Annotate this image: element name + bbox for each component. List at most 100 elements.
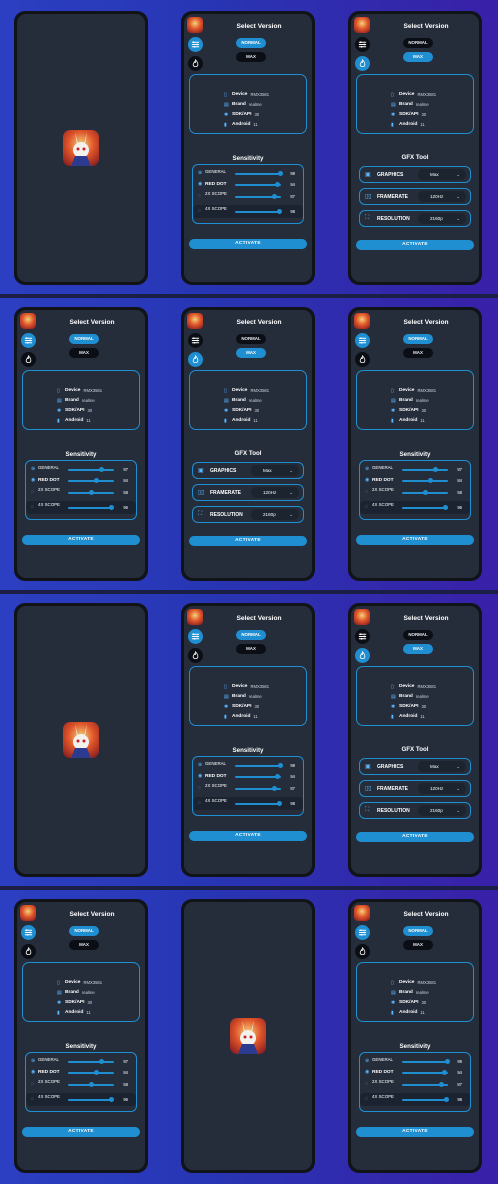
normal-version-button[interactable]: NORMAL xyxy=(236,630,266,640)
sliders-icon[interactable] xyxy=(355,629,370,644)
gfx-dropdown[interactable]: 2160p ⌄ xyxy=(418,213,466,224)
sensitivity-slider[interactable] xyxy=(402,490,448,495)
normal-version-button[interactable]: NORMAL xyxy=(69,334,99,344)
flame-icon[interactable] xyxy=(188,648,203,663)
max-version-button[interactable]: MAX xyxy=(236,644,266,654)
sensitivity-slider[interactable] xyxy=(68,1059,114,1064)
activate-button[interactable]: ACTIVATE xyxy=(356,1127,474,1137)
flame-icon[interactable] xyxy=(21,352,36,367)
gfx-dropdown[interactable]: 120Hz ⌄ xyxy=(251,487,299,498)
activate-button[interactable]: ACTIVATE xyxy=(356,535,474,545)
sensitivity-slider[interactable] xyxy=(68,467,114,472)
slider-knob[interactable] xyxy=(443,505,449,510)
flame-icon[interactable] xyxy=(188,352,203,367)
sensitivity-slider[interactable] xyxy=(68,1070,114,1075)
slider-knob[interactable] xyxy=(277,763,283,768)
normal-version-button[interactable]: NORMAL xyxy=(236,38,266,48)
sensitivity-slider[interactable] xyxy=(68,478,114,483)
activate-button[interactable]: ACTIVATE xyxy=(189,239,307,249)
sliders-icon[interactable] xyxy=(188,629,203,644)
slider-knob[interactable] xyxy=(272,786,278,791)
gfx-dropdown[interactable]: 2160p ⌄ xyxy=(251,509,299,520)
slider-knob[interactable] xyxy=(444,1059,450,1064)
gfx-dropdown[interactable]: 2160p ⌄ xyxy=(418,805,466,816)
slider-knob[interactable] xyxy=(94,1070,100,1075)
sensitivity-slider[interactable] xyxy=(68,490,114,495)
slider-knob[interactable] xyxy=(442,1070,448,1075)
sensitivity-slider[interactable] xyxy=(402,1097,450,1102)
slider-knob[interactable] xyxy=(109,1097,115,1102)
sensitivity-slider[interactable] xyxy=(235,774,281,779)
gfx-dropdown[interactable]: 120Hz ⌄ xyxy=(418,191,466,202)
sensitivity-slider[interactable] xyxy=(235,194,281,199)
sensitivity-slider[interactable] xyxy=(402,478,448,483)
sliders-icon[interactable] xyxy=(21,925,36,940)
sensitivity-slider[interactable] xyxy=(68,1097,115,1102)
flame-icon[interactable] xyxy=(188,56,203,71)
max-version-button[interactable]: MAX xyxy=(69,348,99,358)
gfx-dropdown[interactable]: Max ⌄ xyxy=(418,169,466,180)
sensitivity-slider[interactable] xyxy=(235,171,283,176)
sensitivity-slider[interactable] xyxy=(402,1070,448,1075)
slider-knob[interactable] xyxy=(439,1082,445,1087)
slider-knob[interactable] xyxy=(428,478,434,483)
slider-knob[interactable] xyxy=(444,1097,450,1102)
flame-icon[interactable] xyxy=(355,352,370,367)
sensitivity-slider[interactable] xyxy=(235,209,283,214)
sensitivity-slider[interactable] xyxy=(402,1059,450,1064)
flame-icon[interactable] xyxy=(355,944,370,959)
gfx-dropdown[interactable]: Max ⌄ xyxy=(418,761,466,772)
normal-version-button[interactable]: NORMAL xyxy=(403,38,433,48)
activate-button[interactable]: ACTIVATE xyxy=(22,535,140,545)
slider-knob[interactable] xyxy=(88,490,94,495)
sliders-icon[interactable] xyxy=(355,333,370,348)
sensitivity-slider[interactable] xyxy=(402,505,449,510)
slider-knob[interactable] xyxy=(272,194,278,199)
max-version-button[interactable]: MAX xyxy=(403,940,433,950)
flame-icon[interactable] xyxy=(355,56,370,71)
sensitivity-slider[interactable] xyxy=(235,801,283,806)
sliders-icon[interactable] xyxy=(355,37,370,52)
max-version-button[interactable]: MAX xyxy=(403,348,433,358)
sensitivity-slider[interactable] xyxy=(402,1082,448,1087)
sensitivity-slider[interactable] xyxy=(235,786,281,791)
slider-knob[interactable] xyxy=(275,774,281,779)
slider-knob[interactable] xyxy=(94,478,100,483)
gfx-dropdown[interactable]: 120Hz ⌄ xyxy=(418,783,466,794)
max-version-button[interactable]: MAX xyxy=(236,348,266,358)
slider-knob[interactable] xyxy=(98,1059,104,1064)
slider-knob[interactable] xyxy=(432,467,438,472)
flame-icon[interactable] xyxy=(21,944,36,959)
slider-knob[interactable] xyxy=(422,490,428,495)
activate-button[interactable]: ACTIVATE xyxy=(22,1127,140,1137)
max-version-button[interactable]: MAX xyxy=(236,52,266,62)
slider-knob[interactable] xyxy=(277,801,283,806)
slider-knob[interactable] xyxy=(277,209,283,214)
normal-version-button[interactable]: NORMAL xyxy=(403,630,433,640)
max-version-button[interactable]: MAX xyxy=(69,940,99,950)
activate-button[interactable]: ACTIVATE xyxy=(189,831,307,841)
sensitivity-slider[interactable] xyxy=(68,505,115,510)
sensitivity-slider[interactable] xyxy=(235,763,283,768)
sliders-icon[interactable] xyxy=(355,925,370,940)
gfx-dropdown[interactable]: Max ⌄ xyxy=(251,465,299,476)
activate-button[interactable]: ACTIVATE xyxy=(189,536,307,546)
activate-button[interactable]: ACTIVATE xyxy=(356,240,474,250)
normal-version-button[interactable]: NORMAL xyxy=(236,334,266,344)
slider-knob[interactable] xyxy=(275,182,281,187)
slider-knob[interactable] xyxy=(109,505,115,510)
max-version-button[interactable]: MAX xyxy=(403,644,433,654)
slider-knob[interactable] xyxy=(277,171,283,176)
sliders-icon[interactable] xyxy=(188,37,203,52)
sensitivity-slider[interactable] xyxy=(402,467,448,472)
activate-button[interactable]: ACTIVATE xyxy=(356,832,474,842)
normal-version-button[interactable]: NORMAL xyxy=(403,926,433,936)
max-version-button[interactable]: MAX xyxy=(403,52,433,62)
flame-icon[interactable] xyxy=(355,648,370,663)
slider-knob[interactable] xyxy=(88,1082,94,1087)
normal-version-button[interactable]: NORMAL xyxy=(69,926,99,936)
slider-knob[interactable] xyxy=(98,467,104,472)
normal-version-button[interactable]: NORMAL xyxy=(403,334,433,344)
sensitivity-slider[interactable] xyxy=(235,182,281,187)
sliders-icon[interactable] xyxy=(21,333,36,348)
